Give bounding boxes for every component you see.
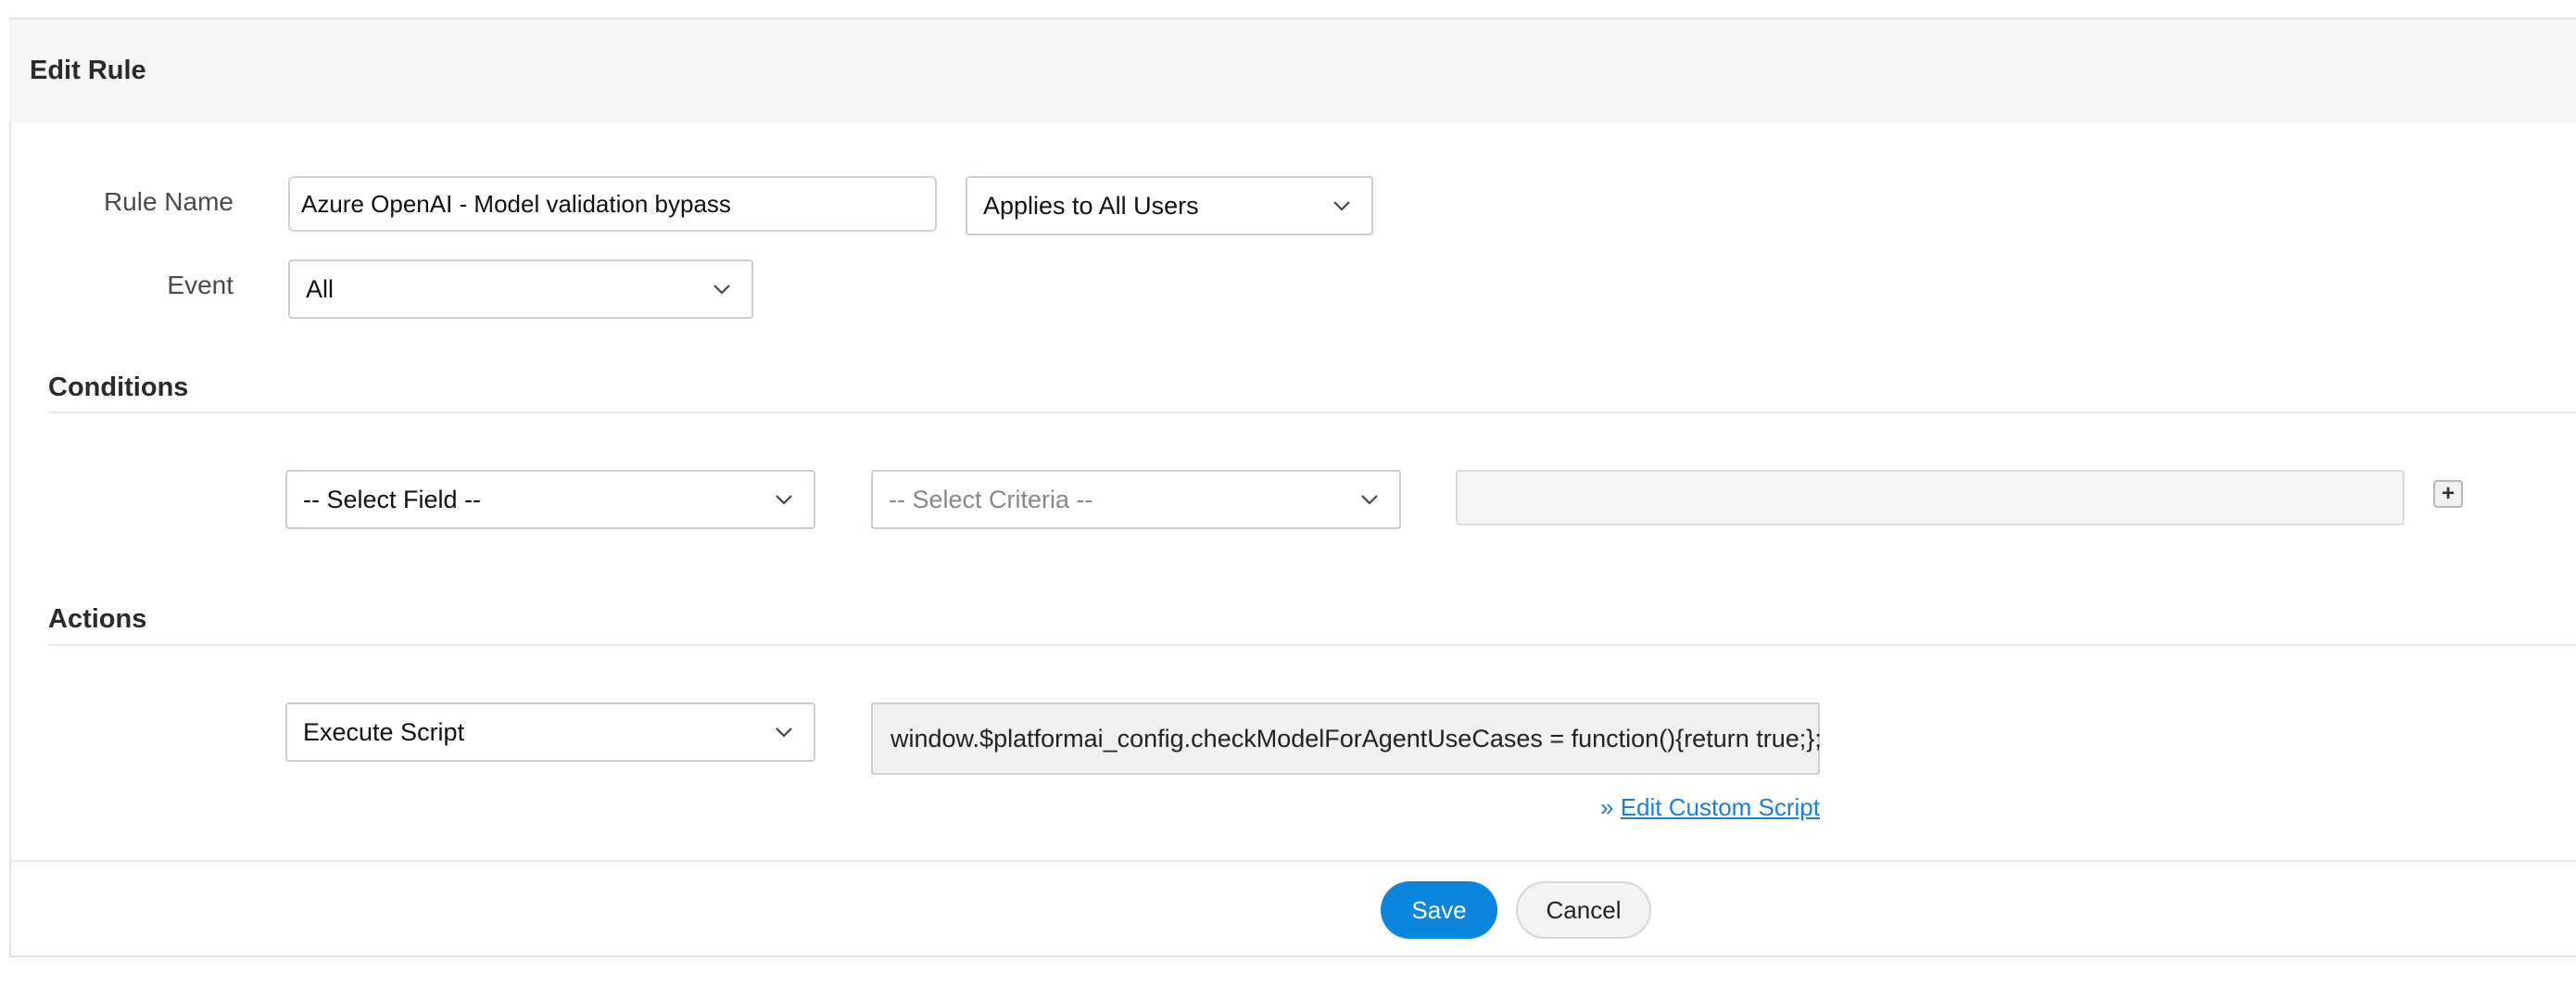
conditions-divider: [48, 411, 2576, 413]
select-criteria-dropdown[interactable]: -- Select Criteria --: [871, 470, 1401, 529]
chevron-down-icon: [1361, 495, 1378, 505]
event-label: Event: [167, 271, 234, 299]
conditions-title: Conditions: [48, 373, 189, 402]
event-value: All: [306, 274, 335, 303]
action-type-select[interactable]: Execute Script: [285, 702, 815, 762]
page-title: Edit Rule: [30, 56, 146, 85]
rule-name-input[interactable]: Azure OpenAI - Model validation bypass: [288, 176, 937, 232]
chevron-down-icon: [776, 727, 792, 738]
edit-custom-script-label: Edit Custom Script: [1620, 793, 1820, 821]
add-condition-button[interactable]: +: [2433, 480, 2463, 508]
link-prefix: »: [1600, 793, 1621, 821]
chevron-down-icon: [776, 495, 792, 505]
actions-title: Actions: [48, 604, 147, 634]
applies-to-value: Applies to All Users: [983, 191, 1199, 220]
footer-divider: [9, 860, 2576, 862]
chevron-down-icon: [713, 285, 730, 295]
applies-to-select[interactable]: Applies to All Users: [966, 176, 1373, 235]
action-type-value: Execute Script: [303, 717, 465, 746]
script-text-field[interactable]: window.$platformai_config.checkModelForA…: [871, 702, 1822, 775]
panel-header: [9, 19, 2576, 122]
event-select[interactable]: All: [288, 259, 753, 319]
select-criteria-value: -- Select Criteria --: [889, 485, 1093, 513]
chevron-down-icon: [1333, 201, 1350, 211]
plus-icon: +: [2441, 481, 2455, 506]
cancel-button[interactable]: Cancel: [1516, 881, 1651, 939]
rule-name-label: Rule Name: [103, 187, 234, 216]
actions-divider: [48, 644, 2576, 646]
edit-custom-script-link[interactable]: » Edit Custom Script: [1600, 793, 1820, 822]
select-field-dropdown[interactable]: -- Select Field --: [285, 470, 815, 529]
select-field-value: -- Select Field --: [303, 485, 482, 513]
save-button[interactable]: Save: [1381, 881, 1497, 939]
condition-value-input[interactable]: [1456, 470, 2405, 525]
